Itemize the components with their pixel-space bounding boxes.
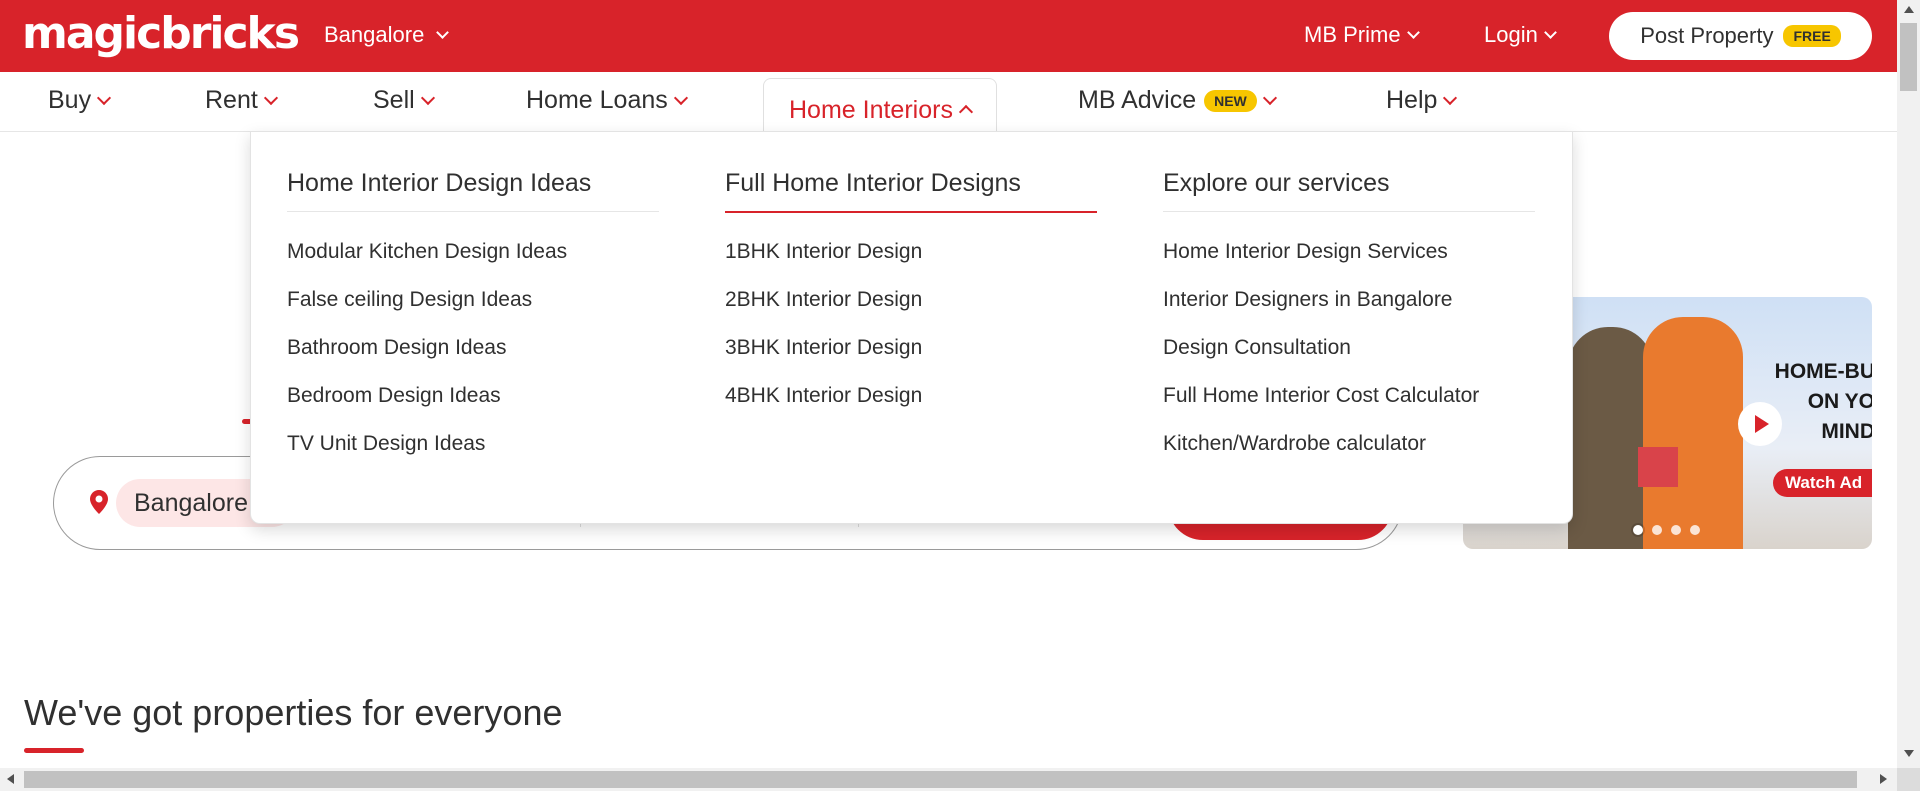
dropdown-link[interactable]: Design Consultation <box>1163 336 1479 384</box>
login-label: Login <box>1484 22 1538 47</box>
dropdown-link[interactable]: False ceiling Design Ideas <box>287 288 567 336</box>
main-nav: Buy Rent Sell Home Loans Home Interiors … <box>0 72 1897 133</box>
dropdown-link[interactable]: Modular Kitchen Design Ideas <box>287 240 567 288</box>
chevron-down-icon <box>436 26 450 39</box>
dropdown-link[interactable]: Interior Designers in Bangalore <box>1163 288 1479 336</box>
nav-item-label: Home Interiors <box>789 95 953 124</box>
dropdown-link[interactable]: Bathroom Design Ideas <box>287 336 567 384</box>
free-badge: FREE <box>1783 25 1841 47</box>
nav-home-interiors[interactable]: Home Interiors <box>763 78 997 133</box>
watch-ad-button[interactable]: Watch Ad <box>1773 469 1872 497</box>
section-title: We've got properties for everyone <box>24 692 563 733</box>
house-model-image <box>1638 447 1678 487</box>
nav-item-label: Rent <box>205 86 258 114</box>
chevron-down-icon <box>673 90 688 106</box>
scrollbar-corner <box>1897 768 1920 791</box>
post-property-button[interactable]: Post Property FREE <box>1609 12 1872 60</box>
nav-buy[interactable]: Buy <box>48 86 112 115</box>
dropdown-link[interactable]: Kitchen/Wardrobe calculator <box>1163 432 1479 480</box>
carousel-dot[interactable] <box>1633 525 1643 535</box>
login-menu[interactable]: Login <box>1484 22 1557 48</box>
scroll-up-arrow-icon[interactable] <box>1904 6 1914 13</box>
city-selector[interactable]: Bangalore <box>324 22 450 48</box>
location-pin-icon <box>90 490 108 514</box>
carousel-dot[interactable] <box>1652 525 1662 535</box>
dropdown-link-list: Modular Kitchen Design Ideas False ceili… <box>287 240 567 480</box>
scroll-left-arrow-icon[interactable] <box>7 774 14 784</box>
dropdown-link[interactable]: TV Unit Design Ideas <box>287 432 567 480</box>
section-underline <box>24 748 84 753</box>
chevron-down-icon <box>1443 90 1458 106</box>
mb-prime-label: MB Prime <box>1304 22 1401 47</box>
chevron-up-icon <box>958 104 974 120</box>
dropdown-link-list: Home Interior Design Services Interior D… <box>1163 240 1479 480</box>
dropdown-link[interactable]: 1BHK Interior Design <box>725 240 922 288</box>
chevron-down-icon <box>1543 26 1557 39</box>
magicbricks-logo[interactable]: magicbricks <box>22 8 300 59</box>
new-badge: NEW <box>1204 89 1257 112</box>
chevron-down-icon <box>420 90 435 106</box>
carousel-dots <box>1633 525 1700 535</box>
dropdown-link[interactable]: Bedroom Design Ideas <box>287 384 567 432</box>
chevron-down-icon <box>1262 90 1277 106</box>
dropdown-column-heading[interactable]: Home Interior Design Ideas <box>287 169 659 212</box>
nav-sell[interactable]: Sell <box>373 86 435 115</box>
nav-item-label: Buy <box>48 86 92 114</box>
mb-prime-menu[interactable]: MB Prime <box>1304 22 1420 48</box>
carousel-dot[interactable] <box>1671 525 1681 535</box>
dropdown-link[interactable]: Home Interior Design Services <box>1163 240 1479 288</box>
nav-help[interactable]: Help <box>1386 86 1458 115</box>
dropdown-link[interactable]: 3BHK Interior Design <box>725 336 922 384</box>
vertical-scrollbar[interactable] <box>1897 0 1920 768</box>
dropdown-column-heading[interactable]: Explore our services <box>1163 169 1535 212</box>
banner-person-image <box>1568 327 1653 549</box>
carousel-dot[interactable] <box>1690 525 1700 535</box>
home-interiors-dropdown: Home Interior Design Ideas Modular Kitch… <box>250 131 1573 524</box>
scroll-right-arrow-icon[interactable] <box>1880 774 1887 784</box>
post-property-label: Post Property <box>1640 23 1774 48</box>
chevron-down-icon <box>263 90 278 106</box>
vertical-scrollbar-thumb[interactable] <box>1900 23 1917 91</box>
dropdown-link[interactable]: Full Home Interior Cost Calculator <box>1163 384 1479 432</box>
nav-rent[interactable]: Rent <box>205 86 278 115</box>
scroll-down-arrow-icon[interactable] <box>1904 750 1914 757</box>
chevron-down-icon <box>97 90 112 106</box>
dropdown-column-heading[interactable]: Full Home Interior Designs <box>725 169 1097 213</box>
nav-item-label: MB Advice <box>1078 86 1197 114</box>
city-selector-label: Bangalore <box>324 22 425 47</box>
chevron-down-icon <box>1406 26 1420 39</box>
nav-item-label: Sell <box>373 86 415 114</box>
dropdown-link-list: 1BHK Interior Design 2BHK Interior Desig… <box>725 240 922 432</box>
horizontal-scrollbar-thumb[interactable] <box>24 771 1857 788</box>
play-icon[interactable] <box>1738 402 1782 446</box>
nav-item-label: Home Loans <box>526 86 668 114</box>
nav-home-loans[interactable]: Home Loans <box>526 86 688 115</box>
nav-item-label: Help <box>1386 86 1438 114</box>
nav-mb-advice[interactable]: MB Advice NEW <box>1078 86 1277 115</box>
banner-person-image <box>1643 317 1743 549</box>
dropdown-link[interactable]: 2BHK Interior Design <box>725 288 922 336</box>
dropdown-link[interactable]: 4BHK Interior Design <box>725 384 922 432</box>
